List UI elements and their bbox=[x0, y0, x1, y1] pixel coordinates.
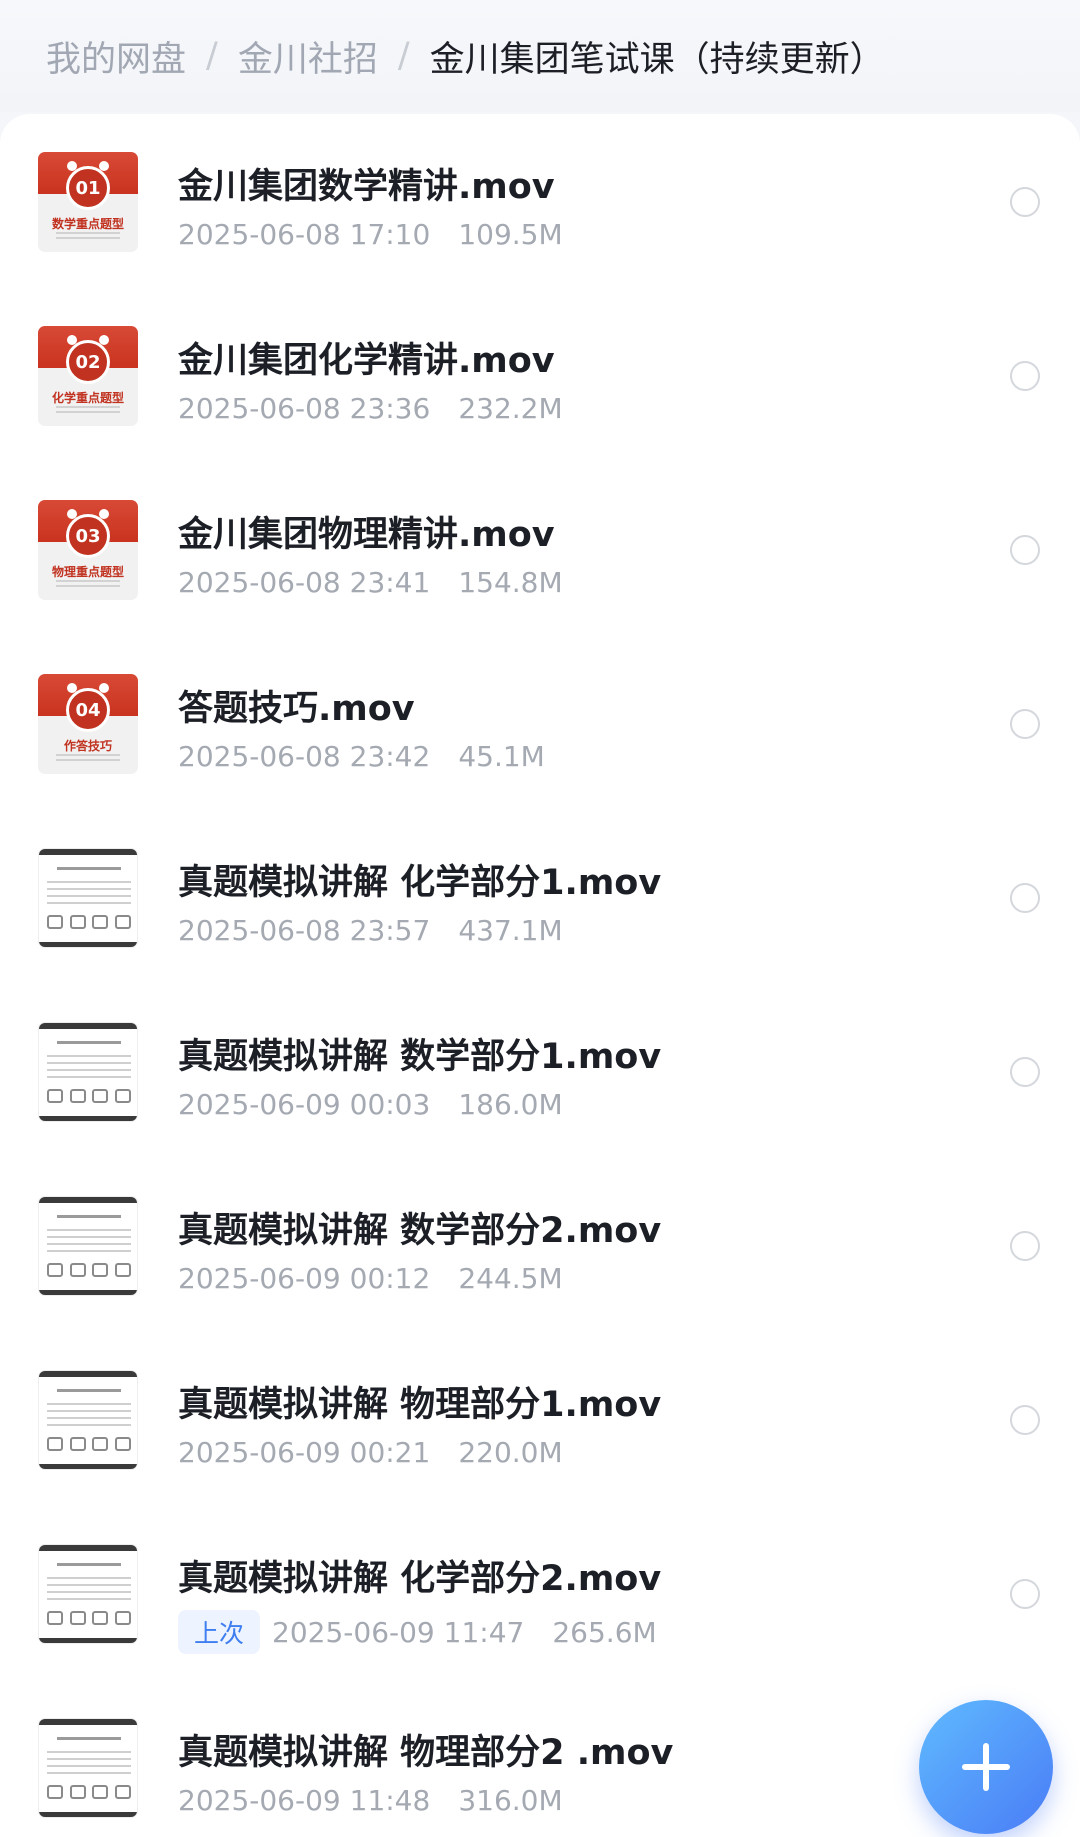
breadcrumb: 我的网盘 / 金川社招 / 金川集团笔试课（持续更新） bbox=[0, 0, 1080, 112]
file-row[interactable]: 04 作答技巧 答题技巧.mov 2025-06-08 23:42 45.1M bbox=[0, 636, 1080, 810]
thumbnail-caption: 作答技巧 bbox=[63, 739, 112, 753]
video-thumbnail bbox=[38, 1370, 138, 1470]
file-size: 220.0M bbox=[458, 1436, 563, 1469]
file-name: 金川集团化学精讲.mov bbox=[178, 341, 555, 381]
file-size: 154.8M bbox=[458, 566, 563, 599]
file-name: 答题技巧.mov bbox=[178, 689, 415, 729]
file-name: 真题模拟讲解 物理部分2 .mov bbox=[178, 1733, 674, 1773]
file-size: 244.5M bbox=[458, 1262, 563, 1295]
breadcrumb-item-root[interactable]: 我的网盘 bbox=[46, 31, 186, 82]
select-radio[interactable] bbox=[1010, 1579, 1040, 1609]
file-list-page: 我的网盘 / 金川社招 / 金川集团笔试课（持续更新） 01 数学重点题型 金川… bbox=[0, 0, 1080, 1837]
file-size: 437.1M bbox=[458, 914, 563, 947]
file-row[interactable]: 01 数学重点题型 金川集团数学精讲.mov 2025-06-08 17:10 … bbox=[0, 114, 1080, 288]
thumbnail-caption: 物理重点题型 bbox=[51, 565, 124, 579]
file-row[interactable]: 真题模拟讲解 物理部分1.mov 2025-06-09 00:21 220.0M bbox=[0, 1332, 1080, 1506]
video-thumbnail: 03 物理重点题型 bbox=[38, 500, 138, 600]
file-date: 2025-06-09 00:03 bbox=[178, 1088, 431, 1121]
file-size: 316.0M bbox=[458, 1784, 563, 1817]
breadcrumb-item-current: 金川集团笔试课（持续更新） bbox=[429, 39, 885, 80]
file-size: 109.5M bbox=[458, 218, 563, 251]
file-meta: 2025-06-08 23:36 232.2M bbox=[178, 392, 563, 425]
file-name: 真题模拟讲解 化学部分2.mov bbox=[178, 1559, 662, 1599]
thumbnail-number: 04 bbox=[66, 688, 110, 732]
thumbnail-number: 01 bbox=[66, 166, 110, 210]
file-date: 2025-06-09 00:12 bbox=[178, 1262, 431, 1295]
file-row[interactable]: 真题模拟讲解 数学部分2.mov 2025-06-09 00:12 244.5M bbox=[0, 1158, 1080, 1332]
file-name: 真题模拟讲解 数学部分2.mov bbox=[178, 1211, 662, 1251]
file-meta: 2025-06-08 23:41 154.8M bbox=[178, 566, 563, 599]
file-date: 2025-06-08 23:41 bbox=[178, 566, 431, 599]
file-row[interactable]: 真题模拟讲解 化学部分1.mov 2025-06-08 23:57 437.1M bbox=[0, 810, 1080, 984]
file-date: 2025-06-09 11:48 bbox=[178, 1784, 431, 1817]
breadcrumb-separator: / bbox=[206, 36, 218, 76]
file-date: 2025-06-09 11:47 bbox=[272, 1615, 525, 1649]
select-radio[interactable] bbox=[1010, 709, 1040, 739]
file-list: 01 数学重点题型 金川集团数学精讲.mov 2025-06-08 17:10 … bbox=[0, 114, 1080, 1837]
file-date: 2025-06-08 23:42 bbox=[178, 740, 431, 773]
file-date: 2025-06-09 00:21 bbox=[178, 1436, 431, 1469]
file-meta: 2025-06-08 17:10 109.5M bbox=[178, 218, 563, 251]
video-thumbnail bbox=[38, 1544, 138, 1644]
breadcrumb-separator: / bbox=[397, 36, 410, 76]
file-date: 2025-06-08 23:36 bbox=[178, 392, 431, 425]
select-radio[interactable] bbox=[1010, 535, 1040, 565]
video-thumbnail bbox=[38, 1022, 138, 1122]
thumbnail-number: 03 bbox=[66, 514, 110, 558]
file-row[interactable]: 03 物理重点题型 金川集团物理精讲.mov 2025-06-08 23:41 … bbox=[0, 462, 1080, 636]
file-row[interactable]: 02 化学重点题型 金川集团化学精讲.mov 2025-06-08 23:36 … bbox=[0, 288, 1080, 462]
select-radio[interactable] bbox=[1010, 1231, 1040, 1261]
breadcrumb-item-folder[interactable]: 金川社招 bbox=[238, 31, 378, 82]
file-meta: 上次 2025-06-09 11:47 265.6M bbox=[178, 1610, 657, 1654]
select-radio[interactable] bbox=[1010, 187, 1040, 217]
select-radio[interactable] bbox=[1010, 883, 1040, 913]
file-date: 2025-06-08 17:10 bbox=[178, 218, 431, 251]
file-size: 186.0M bbox=[458, 1088, 563, 1121]
file-size: 45.1M bbox=[458, 740, 545, 773]
file-row[interactable]: 真题模拟讲解 数学部分1.mov 2025-06-09 00:03 186.0M bbox=[0, 984, 1080, 1158]
video-thumbnail: 02 化学重点题型 bbox=[38, 326, 138, 426]
file-row[interactable]: 真题模拟讲解 物理部分2 .mov 2025-06-09 11:48 316.0… bbox=[0, 1680, 1080, 1837]
thumbnail-caption: 数学重点题型 bbox=[51, 217, 124, 231]
select-radio[interactable] bbox=[1010, 1057, 1040, 1087]
video-thumbnail bbox=[38, 848, 138, 948]
file-meta: 2025-06-08 23:42 45.1M bbox=[178, 740, 545, 773]
file-meta: 2025-06-09 00:03 186.0M bbox=[178, 1088, 563, 1121]
file-row[interactable]: 真题模拟讲解 化学部分2.mov 上次 2025-06-09 11:47 265… bbox=[0, 1506, 1080, 1680]
file-meta: 2025-06-09 00:12 244.5M bbox=[178, 1262, 563, 1295]
file-name: 真题模拟讲解 化学部分1.mov bbox=[178, 863, 662, 903]
video-thumbnail bbox=[38, 1196, 138, 1296]
video-thumbnail: 04 作答技巧 bbox=[38, 674, 138, 774]
last-viewed-badge: 上次 bbox=[178, 1610, 261, 1654]
file-meta: 2025-06-09 11:48 316.0M bbox=[178, 1784, 563, 1817]
thumbnail-caption: 化学重点题型 bbox=[51, 391, 124, 405]
file-date: 2025-06-08 23:57 bbox=[178, 914, 431, 947]
file-meta: 2025-06-09 00:21 220.0M bbox=[178, 1436, 563, 1469]
select-radio[interactable] bbox=[1010, 1405, 1040, 1435]
thumbnail-number: 02 bbox=[66, 340, 110, 384]
add-button[interactable] bbox=[919, 1700, 1053, 1834]
file-name: 真题模拟讲解 物理部分1.mov bbox=[178, 1385, 662, 1425]
video-thumbnail bbox=[38, 1718, 138, 1818]
video-thumbnail: 01 数学重点题型 bbox=[38, 152, 138, 252]
file-size: 232.2M bbox=[458, 392, 563, 425]
select-radio[interactable] bbox=[1010, 361, 1040, 391]
file-name: 金川集团数学精讲.mov bbox=[178, 167, 555, 207]
file-name: 真题模拟讲解 数学部分1.mov bbox=[178, 1037, 662, 1077]
file-meta: 2025-06-08 23:57 437.1M bbox=[178, 914, 563, 947]
file-name: 金川集团物理精讲.mov bbox=[178, 515, 555, 555]
file-size: 265.6M bbox=[552, 1615, 657, 1649]
